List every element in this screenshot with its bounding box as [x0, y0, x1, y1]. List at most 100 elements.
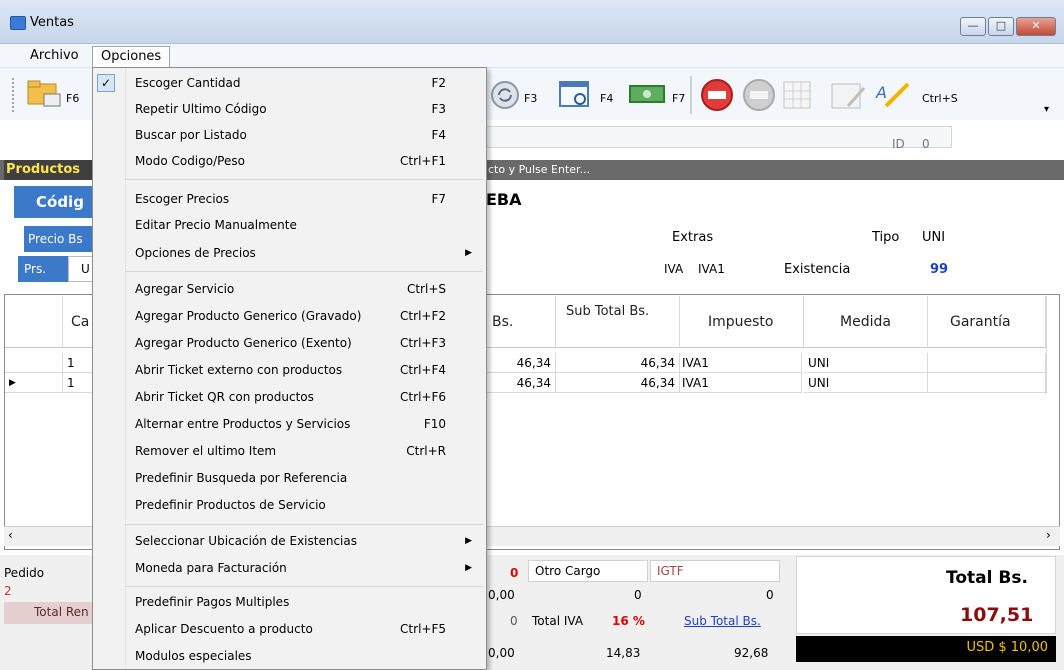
- app-icon: [10, 16, 26, 30]
- id-label: ID: [892, 137, 905, 151]
- total-renglones-label: Total Ren: [4, 602, 92, 624]
- col-cantidad[interactable]: Ca: [63, 296, 93, 348]
- spellcheck-button[interactable]: A: [874, 78, 914, 112]
- menu-busqueda-referencia[interactable]: Predefinir Busqueda por Referencia: [93, 465, 486, 491]
- menu-ubicacion-existencias[interactable]: Seleccionar Ubicación de Existencias ▶: [93, 528, 486, 554]
- menu-archivo[interactable]: Archivo: [22, 46, 87, 68]
- ctrl-s-label: Ctrl+S: [922, 92, 958, 105]
- cell-subtotal[interactable]: 46,34: [556, 353, 680, 373]
- iva-percent: 16 %: [612, 614, 645, 628]
- current-row-arrow-icon[interactable]: ▶: [5, 373, 63, 393]
- menu-productos-servicio[interactable]: Predefinir Productos de Servicio: [93, 492, 486, 518]
- checkmark-icon: ✓: [97, 74, 115, 92]
- menu-pagos-multiples[interactable]: Predefinir Pagos Multiples: [93, 589, 486, 615]
- menu-opciones-de-precios[interactable]: Opciones de Precios ▶: [93, 240, 486, 266]
- value-row1-col2: 0: [634, 588, 642, 602]
- enter-hint: cto y Pulse Enter...: [488, 163, 591, 176]
- usd-total: USD $ 10,00: [796, 636, 1056, 662]
- menu-separator: [125, 271, 483, 272]
- col-impuesto[interactable]: Impuesto: [680, 296, 804, 348]
- cell-medida[interactable]: UNI: [804, 373, 928, 393]
- submenu-arrow-icon: ▶: [465, 563, 472, 573]
- pedido-label: Pedido: [4, 566, 45, 580]
- menu-moneda-facturacion[interactable]: Moneda para Facturación ▶: [93, 555, 486, 581]
- value-row2-col1: 0: [510, 614, 518, 628]
- cell-cantidad[interactable]: 1: [63, 353, 93, 373]
- menu-modulos-especiales[interactable]: Modulos especiales: [93, 643, 486, 669]
- f7-label: F7: [672, 92, 686, 105]
- edit-button[interactable]: [830, 78, 870, 112]
- extras-label: Extras: [672, 230, 714, 245]
- pedido-value: 2: [4, 584, 12, 598]
- cell-cantidad[interactable]: 1: [63, 373, 93, 393]
- cell-subtotal[interactable]: 46,34: [556, 373, 680, 393]
- menu-buscar-por-listado[interactable]: Buscar por Listado F4: [93, 122, 486, 148]
- col-medida[interactable]: Medida: [804, 296, 928, 348]
- menu-remover-ultimo-item[interactable]: Remover el ultimo Item Ctrl+R: [93, 438, 486, 464]
- cell-precio[interactable]: 46,34: [486, 373, 556, 393]
- title-bar: [0, 0, 1064, 44]
- spellcheck-icon: A: [875, 82, 910, 108]
- productos-tab[interactable]: Productos: [4, 160, 94, 180]
- col-subtotal[interactable]: Sub Total Bs.: [556, 296, 680, 348]
- money-icon: [629, 85, 665, 103]
- menu-ticket-qr[interactable]: Abrir Ticket QR con productos Ctrl+F6: [93, 384, 486, 410]
- cell-garantia[interactable]: [928, 373, 1046, 393]
- folder-icon: [27, 80, 61, 107]
- menu-escoger-cantidad[interactable]: ✓ Escoger Cantidad F2: [93, 70, 486, 96]
- menu-separator: [125, 586, 483, 587]
- opciones-dropdown: ✓ Escoger Cantidad F2 Repetir Ultimo Códi…: [92, 67, 487, 670]
- iva-value: IVA1: [698, 262, 725, 276]
- prs-field[interactable]: U: [68, 256, 94, 282]
- submenu-arrow-icon: ▶: [465, 248, 472, 258]
- col-garantia[interactable]: Garantía: [928, 296, 1046, 348]
- cell-medida[interactable]: UNI: [804, 353, 928, 373]
- cell-garantia[interactable]: [928, 353, 1046, 373]
- menu-editar-precio[interactable]: Editar Precio Manualmente: [93, 212, 486, 238]
- toolbar-overflow-icon[interactable]: ▾: [1044, 104, 1049, 115]
- menu-repetir-ultimo-codigo[interactable]: Repetir Ultimo Código F3: [93, 96, 486, 122]
- close-button[interactable]: ✕: [1016, 17, 1056, 36]
- value-row1-col1: 0,00: [488, 588, 515, 602]
- menu-agregar-exento[interactable]: Agregar Producto Generico (Exento) Ctrl+F…: [93, 330, 486, 356]
- f3-label: F3: [524, 92, 538, 105]
- repeat-button[interactable]: [490, 80, 520, 110]
- menu-ticket-externo[interactable]: Abrir Ticket externo con productos Ctrl+F…: [93, 357, 486, 383]
- menu-escoger-precios[interactable]: Escoger Precios F7: [93, 186, 486, 212]
- cell-impuesto[interactable]: IVA1: [678, 353, 802, 373]
- menu-aplicar-descuento[interactable]: Aplicar Descuento a producto Ctrl+F5: [93, 616, 486, 642]
- prs-label: Prs.: [18, 256, 68, 282]
- remove-button[interactable]: [700, 78, 734, 112]
- precio-bs-button[interactable]: Precio Bs: [24, 226, 94, 252]
- sub-total-link[interactable]: Sub Total Bs.: [684, 614, 761, 628]
- menu-modo-codigo-peso[interactable]: Modo Codigo/Peso Ctrl+F1: [93, 148, 486, 174]
- menu-agregar-servicio[interactable]: Agregar Servicio Ctrl+S: [93, 276, 486, 302]
- minus-circle-icon: [743, 79, 775, 111]
- row-header[interactable]: [5, 353, 63, 373]
- tipo-label: Tipo: [872, 230, 900, 245]
- grid-right-edge: [1046, 296, 1059, 394]
- scroll-left-icon[interactable]: ‹: [8, 528, 13, 542]
- menu-agregar-gravado[interactable]: Agregar Producto Generico (Gravado) Ctrl+…: [93, 303, 486, 329]
- scroll-right-icon[interactable]: ›: [1046, 528, 1051, 542]
- col-precio[interactable]: Bs.: [486, 296, 556, 348]
- edit-document-icon: [831, 83, 866, 109]
- value-row3-col1: 0,00: [488, 646, 515, 660]
- minimize-button[interactable]: —: [960, 17, 986, 36]
- value-row3-col3: 92,68: [734, 646, 769, 660]
- grid-button[interactable]: [782, 80, 812, 110]
- search-document-icon: [559, 81, 589, 107]
- disabled-remove-button[interactable]: [742, 78, 776, 112]
- codigo-button[interactable]: Códig: [14, 186, 94, 218]
- open-folder-button[interactable]: [26, 78, 64, 108]
- prices-button[interactable]: [628, 82, 668, 106]
- menu-separator: [125, 524, 483, 525]
- maximize-button[interactable]: □: [988, 17, 1014, 36]
- cell-impuesto[interactable]: IVA1: [678, 373, 802, 393]
- menu-opciones[interactable]: Opciones: [92, 46, 171, 68]
- search-list-button[interactable]: [558, 80, 594, 110]
- value-row3-col2: 14,83: [606, 646, 641, 660]
- menu-alternar-productos-servicios[interactable]: Alternar entre Productos y Servicios F10: [93, 411, 486, 437]
- cell-precio[interactable]: 46,34: [486, 353, 556, 373]
- product-search-input[interactable]: [486, 126, 952, 148]
